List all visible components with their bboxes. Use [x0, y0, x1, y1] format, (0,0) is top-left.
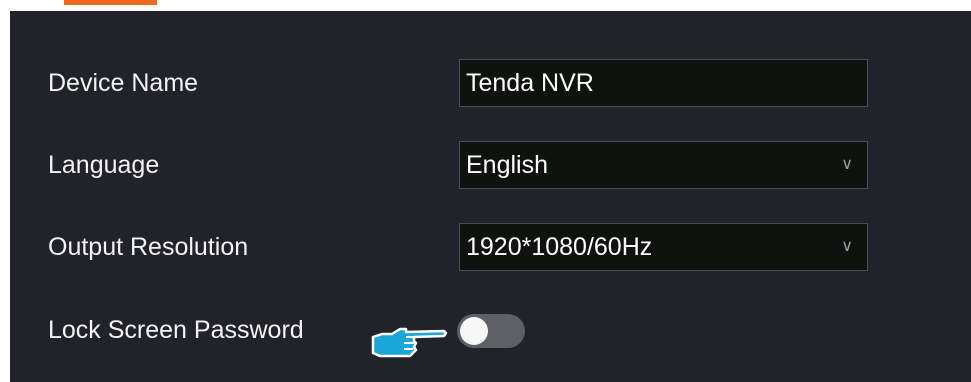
- active-tab-indicator: [64, 0, 157, 5]
- output-resolution-select[interactable]: 1920*1080/60Hz ∨: [459, 223, 868, 271]
- settings-panel: Device Name Tenda NVR Language English ∨…: [10, 11, 971, 382]
- chevron-down-icon: ∨: [841, 156, 853, 173]
- lock-screen-password-toggle[interactable]: [457, 314, 525, 348]
- language-select[interactable]: English ∨: [459, 141, 868, 189]
- output-resolution-label: Output Resolution: [48, 233, 249, 261]
- language-select-value: English: [466, 151, 548, 179]
- lock-screen-password-label: Lock Screen Password: [48, 316, 304, 344]
- language-label: Language: [48, 151, 160, 179]
- toggle-knob: [460, 317, 488, 345]
- pointing-hand-icon: [371, 327, 448, 358]
- device-name-label: Device Name: [48, 69, 199, 97]
- output-resolution-select-value: 1920*1080/60Hz: [466, 233, 653, 261]
- device-name-input[interactable]: Tenda NVR: [459, 59, 868, 107]
- chevron-down-icon: ∨: [841, 238, 853, 255]
